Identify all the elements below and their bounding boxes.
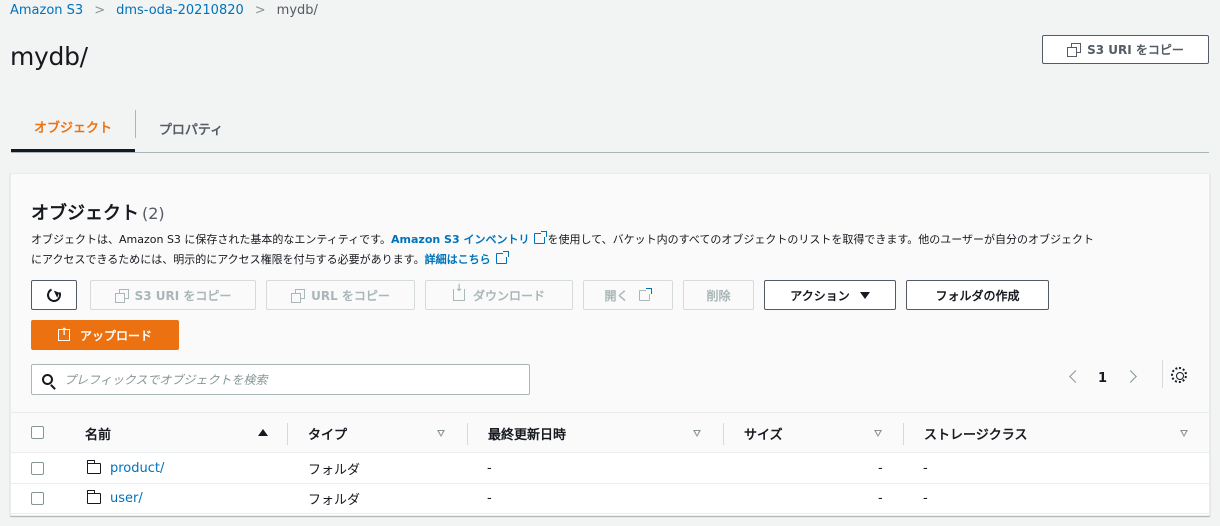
refresh-button[interactable] (31, 280, 77, 310)
sort-ascending-icon[interactable] (258, 429, 268, 436)
external-link-icon (495, 251, 509, 264)
copy-s3-uri-toolbar-button[interactable]: S3 URI をコピー (90, 280, 256, 310)
column-divider (467, 423, 468, 445)
column-divider (723, 423, 724, 445)
tab-properties-label: プロパティ (158, 122, 224, 138)
object-size: - (878, 491, 883, 506)
copy-icon (1067, 43, 1082, 57)
learn-more-link[interactable]: 詳細はこちら (424, 251, 509, 266)
object-size: - (878, 461, 883, 476)
column-header-type[interactable]: タイプ (308, 413, 347, 453)
page-number[interactable]: 1 (1098, 366, 1107, 390)
object-type: フォルダ (308, 463, 361, 478)
delete-button[interactable]: 削除 (683, 280, 754, 310)
object-storage-class: - (923, 491, 928, 506)
column-header-name[interactable]: 名前 (85, 413, 111, 453)
column-divider (903, 423, 904, 445)
create-folder-label: フォルダの作成 (935, 288, 1020, 303)
open-button[interactable]: 開く (583, 280, 673, 310)
pager-divider (1162, 360, 1163, 388)
upload-button[interactable]: アップロード (31, 320, 179, 350)
actions-label: アクション (790, 288, 850, 303)
objects-panel: オブジェクト (2) オブジェクトは、Amazon S3 に保存された基本的なエン… (10, 173, 1210, 516)
object-link[interactable]: product/ (110, 461, 164, 476)
copy-s3-uri-label: S3 URI をコピー (1087, 43, 1184, 57)
object-storage-class: - (923, 461, 928, 476)
breadcrumb-current: mydb/ (276, 2, 318, 18)
tab-objects[interactable]: オブジェクト (11, 104, 135, 152)
row-checkbox[interactable] (31, 492, 44, 505)
page-title: mydb/ (10, 42, 88, 71)
table-row: user/ フォルダ - - - (11, 484, 1209, 514)
learn-more-label: 詳細はこちら (424, 253, 491, 266)
table-header: 名前 タイプ 最終更新日時 サイズ ストレージクラス (11, 412, 1209, 453)
copy-s3-uri-button[interactable]: S3 URI をコピー (1042, 35, 1209, 64)
search-icon (42, 374, 53, 385)
object-modified: - (487, 461, 492, 476)
copy-s3-uri-toolbar-label: S3 URI をコピー (134, 288, 232, 303)
panel-title: オブジェクト (2) (31, 199, 165, 225)
tab-underline (11, 152, 1209, 153)
row-checkbox[interactable] (31, 462, 44, 475)
gear-icon[interactable] (1171, 367, 1187, 383)
copy-icon (114, 288, 129, 303)
copy-icon (291, 288, 306, 303)
inventory-link-label: Amazon S3 インベントリ (391, 233, 530, 246)
sort-icon[interactable] (1180, 430, 1188, 437)
refresh-icon (45, 286, 63, 304)
actions-dropdown[interactable]: アクション (764, 280, 896, 310)
column-header-modified[interactable]: 最終更新日時 (488, 413, 566, 453)
sort-icon[interactable] (874, 430, 882, 437)
description-text: を使用して、バケット内のすべてのオブジェクトのリストを取得できます。他のユーザー… (547, 233, 1095, 246)
tab-objects-label: オブジェクト (33, 121, 112, 136)
column-header-size[interactable]: サイズ (744, 413, 783, 453)
column-header-storage-class[interactable]: ストレージクラス (924, 413, 1027, 453)
table-row: product/ フォルダ - - - (11, 454, 1209, 484)
description-text: オブジェクトは、Amazon S3 に保存された基本的なエンティティです。 (31, 233, 392, 246)
panel-description: オブジェクトは、Amazon S3 に保存された基本的なエンティティです。Ama… (31, 230, 1181, 270)
open-label: 開く (604, 288, 629, 303)
external-link-icon (638, 288, 652, 301)
caret-down-icon (859, 291, 870, 299)
external-link-icon (534, 231, 548, 244)
folder-icon (86, 490, 101, 504)
object-modified: - (487, 491, 492, 506)
description-text: にアクセスできるためには、明示的にアクセス権限を付与する必要があります。 (31, 253, 425, 266)
object-type: フォルダ (308, 493, 361, 508)
chevron-right-icon: > (254, 2, 266, 18)
download-icon (452, 283, 465, 301)
upload-icon (57, 327, 70, 341)
download-button[interactable]: ダウンロード (425, 280, 573, 310)
breadcrumb-link-s3[interactable]: Amazon S3 (10, 3, 83, 18)
sort-icon[interactable] (693, 430, 701, 437)
object-count: (2) (142, 204, 165, 223)
search-input[interactable] (64, 372, 504, 387)
delete-label: 削除 (706, 288, 731, 303)
select-all-checkbox[interactable] (31, 426, 44, 439)
panel-title-text: オブジェクト (31, 203, 139, 224)
breadcrumb-link-bucket[interactable]: dms-oda-20210820 (116, 3, 244, 18)
download-label: ダウンロード (472, 288, 545, 303)
copy-url-label: URL をコピー (311, 288, 390, 303)
upload-label: アップロード (79, 328, 152, 343)
copy-url-button[interactable]: URL をコピー (266, 280, 415, 310)
search-box (31, 364, 530, 395)
breadcrumb: Amazon S3 > dms-oda-20210820 > mydb/ (10, 1, 318, 19)
chevron-right-icon: > (94, 2, 106, 18)
folder-icon (86, 460, 101, 474)
inventory-link[interactable]: Amazon S3 インベントリ (391, 231, 548, 246)
column-divider (287, 423, 288, 445)
tab-properties[interactable]: プロパティ (136, 104, 246, 152)
create-folder-button[interactable]: フォルダの作成 (906, 280, 1049, 310)
object-link[interactable]: user/ (110, 491, 143, 506)
sort-icon[interactable] (437, 430, 445, 437)
